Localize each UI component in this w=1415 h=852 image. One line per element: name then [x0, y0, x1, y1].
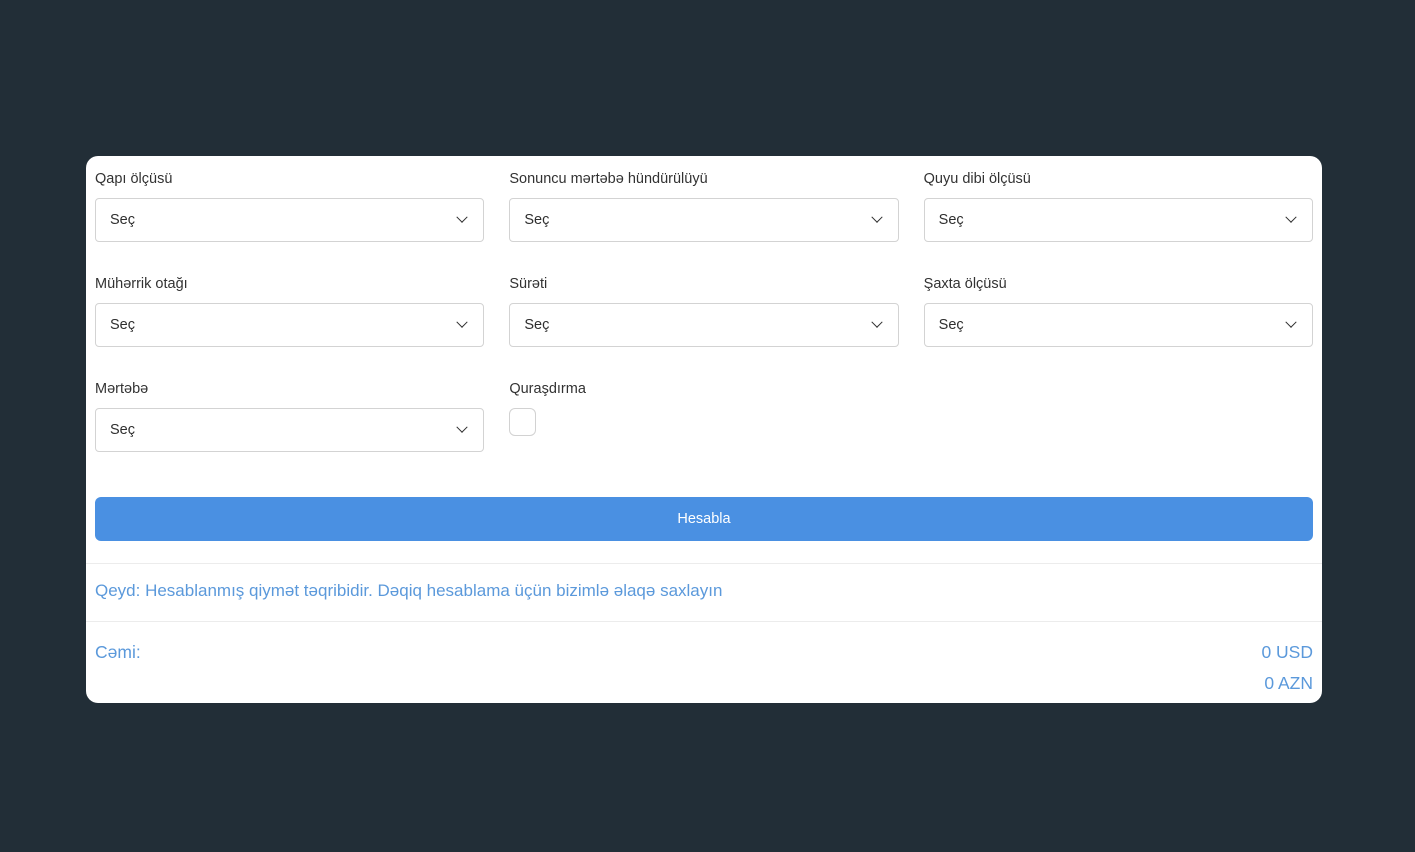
- chevron-down-icon: [1285, 317, 1296, 328]
- select-quyu-dibi-olcusu[interactable]: Seç: [924, 198, 1313, 242]
- field-label: Quyu dibi ölçüsü: [924, 171, 1313, 187]
- qurasdirma-checkbox[interactable]: [509, 408, 536, 436]
- total-usd: 0 USD: [1261, 642, 1313, 663]
- divider: [86, 563, 1322, 564]
- field-label: Qapı ölçüsü: [95, 171, 484, 187]
- chevron-down-icon: [457, 212, 468, 223]
- field-label: Sonuncu mərtəbə hündürülüyü: [509, 171, 898, 187]
- select-value: Seç: [939, 212, 964, 228]
- field-label: Şaxta ölçüsü: [924, 276, 1313, 292]
- select-sonuncu-mertebe-hundurluyu[interactable]: Seç: [509, 198, 898, 242]
- field-sonuncu-mertebe-hundurluyu: Sonuncu mərtəbə hündürülüyü Seç: [509, 171, 898, 242]
- select-value: Seç: [524, 212, 549, 228]
- empty-cell: [924, 381, 1313, 452]
- field-muherrik-otagi: Mühərrik otağı Seç: [95, 276, 484, 347]
- field-qapi-olcusu: Qapı ölçüsü Seç: [95, 171, 484, 242]
- totals-label: Cəmi:: [95, 642, 141, 663]
- field-label: Quraşdırma: [509, 381, 898, 397]
- select-value: Seç: [110, 422, 135, 438]
- select-value: Seç: [939, 317, 964, 333]
- chevron-down-icon: [1285, 212, 1296, 223]
- chevron-down-icon: [457, 422, 468, 433]
- field-label: Sürəti: [509, 276, 898, 292]
- calculator-card: Qapı ölçüsü Seç Sonuncu mərtəbə hündürül…: [86, 156, 1322, 703]
- field-mertebe: Mərtəbə Seç: [95, 381, 484, 452]
- select-value: Seç: [524, 317, 549, 333]
- select-value: Seç: [110, 212, 135, 228]
- select-mertebe[interactable]: Seç: [95, 408, 484, 452]
- select-saxta-olcusu[interactable]: Seç: [924, 303, 1313, 347]
- divider: [86, 621, 1322, 622]
- hesabla-button[interactable]: Hesabla: [95, 497, 1313, 541]
- note-text: Qeyd: Hesablanmış qiymət təqribidir. Dəq…: [95, 581, 1313, 601]
- chevron-down-icon: [457, 317, 468, 328]
- form-grid: Qapı ölçüsü Seç Sonuncu mərtəbə hündürül…: [95, 171, 1313, 452]
- chevron-down-icon: [871, 317, 882, 328]
- field-quyu-dibi-olcusu: Quyu dibi ölçüsü Seç: [924, 171, 1313, 242]
- field-label: Mühərrik otağı: [95, 276, 484, 292]
- select-value: Seç: [110, 317, 135, 333]
- total-azn: 0 AZN: [1261, 673, 1313, 694]
- chevron-down-icon: [871, 212, 882, 223]
- totals-row: Cəmi: 0 USD 0 AZN: [95, 642, 1313, 694]
- totals-amounts: 0 USD 0 AZN: [1261, 642, 1313, 694]
- field-qurasdirma: Quraşdırma: [509, 381, 898, 452]
- field-sureti: Sürəti Seç: [509, 276, 898, 347]
- page-background: { "form": { "fields": [ { "label": "Qapı…: [0, 0, 1415, 852]
- field-saxta-olcusu: Şaxta ölçüsü Seç: [924, 276, 1313, 347]
- select-qapi-olcusu[interactable]: Seç: [95, 198, 484, 242]
- select-sureti[interactable]: Seç: [509, 303, 898, 347]
- field-label: Mərtəbə: [95, 381, 484, 397]
- select-muherrik-otagi[interactable]: Seç: [95, 303, 484, 347]
